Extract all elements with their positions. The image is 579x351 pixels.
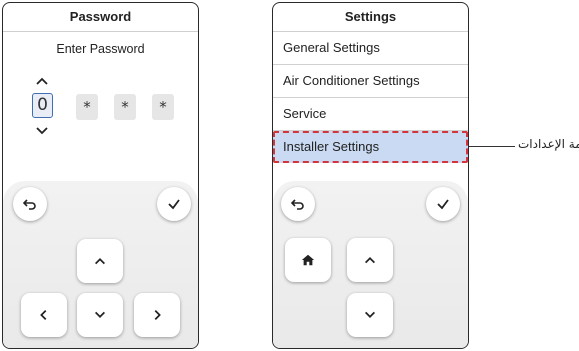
menu-item-air-conditioner-settings[interactable]: Air Conditioner Settings bbox=[273, 65, 468, 98]
confirm-button[interactable] bbox=[157, 187, 191, 221]
back-button[interactable] bbox=[281, 187, 315, 221]
checkmark-icon bbox=[437, 199, 449, 210]
password-digit-4[interactable]: * bbox=[152, 94, 174, 120]
chevron-left-icon bbox=[40, 310, 47, 320]
screen-title: Settings bbox=[273, 3, 468, 32]
menu-item-installer-settings[interactable]: Installer Settings bbox=[273, 131, 468, 163]
password-entry: 0 * * * bbox=[3, 69, 198, 139]
home-button[interactable] bbox=[285, 238, 331, 282]
menu-item-general-settings[interactable]: General Settings bbox=[273, 32, 468, 65]
password-digit-3[interactable]: * bbox=[114, 94, 136, 120]
chevron-down-icon bbox=[365, 311, 375, 318]
right-button[interactable] bbox=[134, 293, 180, 337]
chevron-down-icon[interactable] bbox=[34, 123, 50, 139]
password-digit-2[interactable]: * bbox=[76, 94, 98, 120]
callout-line bbox=[469, 146, 515, 147]
keypad bbox=[3, 181, 198, 348]
menu-item-service[interactable]: Service bbox=[273, 98, 468, 131]
down-button[interactable] bbox=[77, 293, 123, 337]
settings-menu: General Settings Air Conditioner Setting… bbox=[273, 32, 468, 163]
password-screen: Password Enter Password 0 * * * bbox=[2, 2, 199, 349]
checkmark-icon bbox=[168, 199, 180, 210]
chevron-up-icon[interactable] bbox=[34, 73, 50, 89]
home-icon bbox=[301, 254, 315, 266]
chevron-up-icon bbox=[365, 257, 375, 264]
password-digit-1[interactable]: 0 bbox=[32, 93, 53, 118]
screen-title: Password bbox=[3, 3, 198, 32]
chevron-right-icon bbox=[154, 310, 161, 320]
up-button[interactable] bbox=[347, 238, 393, 282]
left-button[interactable] bbox=[21, 293, 67, 337]
keypad bbox=[273, 181, 468, 348]
confirm-button[interactable] bbox=[426, 187, 460, 221]
back-arrow-icon bbox=[290, 199, 304, 210]
chevron-up-icon bbox=[95, 258, 105, 265]
down-button[interactable] bbox=[347, 293, 393, 337]
back-button[interactable] bbox=[13, 187, 47, 221]
password-prompt: Enter Password bbox=[56, 42, 145, 56]
up-button[interactable] bbox=[77, 239, 123, 283]
callout-label: قائمة الإعدادات bbox=[518, 137, 579, 151]
chevron-down-icon bbox=[95, 311, 105, 318]
settings-screen: Settings General Settings Air Conditione… bbox=[272, 2, 469, 349]
back-arrow-icon bbox=[22, 199, 36, 210]
